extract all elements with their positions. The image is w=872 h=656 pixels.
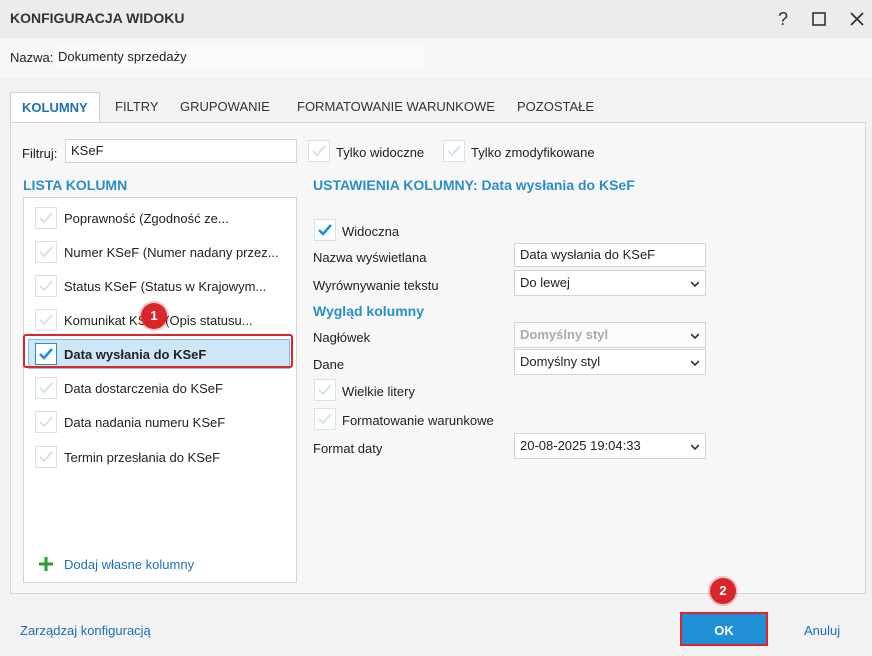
uppercase-label: Wielkie litery	[342, 384, 415, 399]
window-title: KONFIGURACJA WIDOKU	[10, 10, 185, 26]
manage-configuration-link[interactable]: Zarządzaj konfiguracją	[20, 623, 151, 638]
cancel-link[interactable]: Anuluj	[804, 623, 840, 638]
tab-filtry[interactable]: FILTRY	[115, 92, 159, 122]
tab-grupowanie[interactable]: GRUPOWANIE	[180, 92, 270, 122]
column-checkbox[interactable]	[35, 207, 57, 229]
title-bar: KONFIGURACJA WIDOKU ?	[0, 0, 872, 38]
header-style-select[interactable]: Domyślny styl	[514, 322, 706, 348]
conditional-format-checkbox[interactable]	[314, 408, 336, 430]
filter-input[interactable]: KSeF	[65, 139, 297, 163]
uppercase-checkbox[interactable]	[314, 379, 336, 401]
column-checkbox[interactable]	[35, 446, 57, 468]
appearance-title: Wygląd kolumny	[313, 303, 424, 319]
plus-icon[interactable]	[38, 556, 54, 572]
column-label: Komunikat KSeF (Opis statusu...	[64, 313, 253, 328]
list-item[interactable]: Numer KSeF (Numer nadany przez...	[24, 236, 296, 268]
visible-checkbox[interactable]	[314, 219, 336, 241]
column-label: Termin przesłania do KSeF	[64, 450, 221, 465]
only-visible-label: Tylko widoczne	[336, 145, 425, 160]
data-style-value: Domyślny styl	[520, 354, 601, 369]
date-format-select[interactable]: 20-08-2025 19:04:33	[514, 433, 706, 459]
only-modified-label: Tylko zmodyfikowane	[471, 145, 595, 160]
list-item[interactable]: Poprawność (Zgodność ze...	[24, 202, 296, 234]
column-checkbox[interactable]	[35, 309, 57, 331]
column-checkbox[interactable]	[35, 241, 57, 263]
list-item[interactable]: Status KSeF (Status w Krajowym...	[24, 270, 296, 302]
tab-pozostale[interactable]: POZOSTAŁE	[517, 92, 594, 122]
header-style-value: Domyślny styl	[520, 327, 609, 342]
column-list: Poprawność (Zgodność ze... Numer KSeF (N…	[23, 197, 297, 583]
column-label: Data dostarczenia do KSeF	[64, 381, 223, 396]
list-item[interactable]: Data dostarczenia do KSeF	[24, 372, 296, 404]
columns-panel: Filtruj: KSeF Tylko widoczne Tylko zmody…	[10, 122, 866, 594]
chevron-down-icon	[691, 281, 699, 288]
column-list-title: LISTA KOLUMN	[23, 177, 128, 193]
display-name-input[interactable]: Data wysłania do KSeF	[514, 243, 706, 267]
chevron-down-icon	[691, 444, 699, 451]
chevron-down-icon	[691, 333, 699, 340]
step-badge-1: 1	[141, 303, 167, 329]
column-settings-title: USTAWIENIA KOLUMNY: Data wysłania do KSe…	[313, 177, 635, 193]
highlight-frame	[23, 334, 293, 368]
date-format-label: Format daty	[313, 441, 383, 456]
column-label: Poprawność (Zgodność ze...	[64, 211, 229, 226]
help-icon[interactable]: ?	[770, 6, 796, 32]
name-row: Nazwa: Dokumenty sprzedaży	[0, 38, 872, 78]
step-badge-2: 2	[710, 578, 736, 604]
display-name-label: Nazwa wyświetlana	[313, 250, 427, 265]
close-icon[interactable]	[844, 6, 870, 32]
data-style-select[interactable]: Domyślny styl	[514, 349, 706, 375]
text-align-label: Wyrównywanie tekstu	[313, 278, 439, 293]
text-align-select[interactable]: Do lewej	[514, 270, 706, 296]
column-label: Numer KSeF (Numer nadany przez...	[64, 245, 279, 260]
data-style-label: Dane	[313, 357, 345, 372]
date-format-value: 20-08-2025 19:04:33	[520, 438, 641, 453]
column-label: Data nadania numeru KSeF	[64, 415, 226, 430]
only-visible-checkbox[interactable]	[308, 140, 330, 162]
tab-kolumny[interactable]: KOLUMNY	[10, 92, 100, 123]
column-checkbox[interactable]	[35, 275, 57, 297]
ok-button[interactable]: OK	[680, 612, 768, 646]
conditional-format-label: Formatowanie warunkowe	[342, 413, 494, 428]
maximize-icon[interactable]	[806, 6, 832, 32]
filter-label: Filtruj:	[22, 146, 58, 161]
tab-formatowanie-warunkowe[interactable]: FORMATOWANIE WARUNKOWE	[297, 92, 495, 122]
header-style-label: Nagłówek	[313, 330, 371, 345]
column-checkbox[interactable]	[35, 411, 57, 433]
add-custom-columns-link[interactable]: Dodaj własne kolumny	[64, 557, 194, 572]
visible-label: Widoczna	[342, 224, 400, 239]
name-label: Nazwa:	[10, 50, 54, 65]
column-checkbox[interactable]	[35, 377, 57, 399]
chevron-down-icon	[691, 360, 699, 367]
list-item[interactable]: Termin przesłania do KSeF	[24, 441, 296, 473]
name-field[interactable]: Dokumenty sprzedaży	[54, 46, 424, 68]
text-align-value: Do lewej	[520, 275, 570, 290]
column-label: Status KSeF (Status w Krajowym...	[64, 279, 267, 294]
only-modified-checkbox[interactable]	[443, 140, 465, 162]
list-item[interactable]: Data nadania numeru KSeF	[24, 406, 296, 438]
